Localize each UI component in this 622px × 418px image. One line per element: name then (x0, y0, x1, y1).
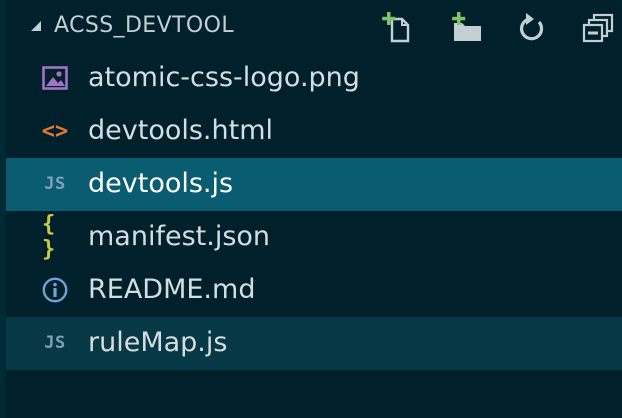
file-row[interactable]: atomic-css-logo.png (6, 52, 622, 105)
file-name: manifest.json (88, 221, 271, 252)
new-folder-icon[interactable] (448, 9, 484, 45)
file-name: devtools.html (88, 115, 274, 146)
file-list: atomic-css-logo.png <> devtools.html JS … (6, 52, 622, 370)
collapse-all-icon[interactable] (580, 9, 616, 45)
file-row-active[interactable]: JS ruleMap.js (6, 317, 622, 370)
html-icon: <> (41, 118, 69, 144)
file-row[interactable]: <> devtools.html (6, 105, 622, 158)
file-name: ruleMap.js (88, 327, 228, 358)
file-name: atomic-css-logo.png (88, 62, 360, 93)
refresh-icon[interactable] (514, 9, 550, 45)
js-icon: JS (44, 174, 66, 194)
info-icon (42, 277, 68, 303)
file-row-selected[interactable]: JS devtools.js (6, 158, 622, 211)
new-file-icon[interactable] (378, 9, 414, 45)
js-icon: JS (44, 333, 66, 353)
file-row[interactable]: README.md (6, 264, 622, 317)
image-icon (42, 65, 68, 91)
json-icon: { } (42, 212, 56, 262)
explorer-header[interactable]: ACSS_DEVTOOL (6, 0, 622, 52)
folder-title: ACSS_DEVTOOL (54, 13, 234, 38)
file-explorer-panel: ACSS_DEVTOOL atomic-css-logo.png <> devt… (0, 0, 622, 418)
file-name: devtools.js (88, 168, 234, 199)
file-row[interactable]: { } manifest.json (6, 211, 622, 264)
file-name: README.md (88, 274, 256, 305)
